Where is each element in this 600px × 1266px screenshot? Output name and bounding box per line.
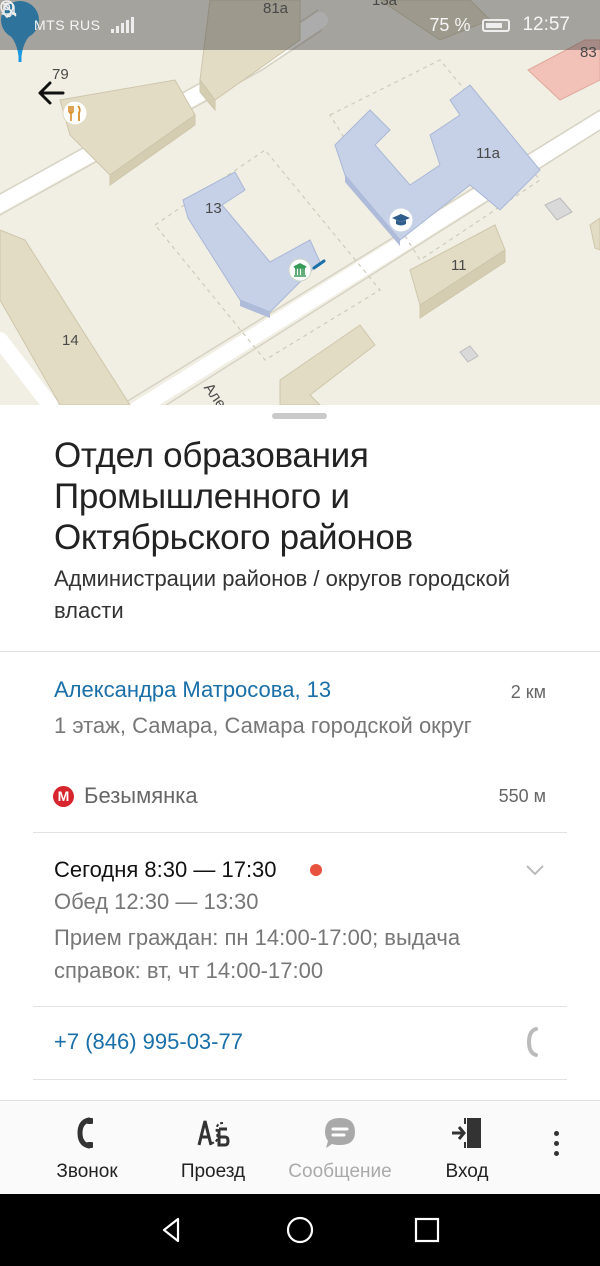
divider [0, 651, 600, 652]
chat-icon [325, 1118, 355, 1148]
government-icon[interactable] [288, 258, 312, 282]
signal-strength-icon [110, 17, 134, 33]
action-bar: Звонок Проезд Сообщение Вход [0, 1100, 600, 1194]
system-nav-bar [0, 1194, 600, 1266]
open-status-dot [310, 864, 322, 876]
building-number: 14 [62, 332, 79, 349]
metro-distance: 550 м [498, 786, 546, 806]
map-canvas [0, 0, 600, 405]
divider [33, 1079, 567, 1080]
building-number: 13 [205, 200, 222, 217]
place-category: Администрации районов / округов городско… [54, 566, 511, 623]
address-link[interactable]: Александра Матросова, 13 [54, 677, 331, 703]
address-distance: 2 км [510, 682, 546, 702]
entrance-icon [452, 1118, 481, 1148]
phone-icon[interactable] [526, 1027, 540, 1057]
nav-back-icon[interactable] [156, 1214, 188, 1246]
drag-handle[interactable] [272, 413, 327, 419]
map-view[interactable]: 81a 13a 79 13 11a 11 14 83 Але MTS RUS 7… [0, 0, 600, 405]
call-button[interactable]: Звонок [37, 1101, 137, 1195]
route-icon [197, 1120, 230, 1147]
battery-percent: 75 % [429, 14, 471, 35]
hours-today[interactable]: Сегодня 8:30 — 17:30 [54, 857, 277, 883]
phone-icon [77, 1117, 93, 1149]
education-icon[interactable] [388, 207, 414, 233]
place-card[interactable]: Отдел образования Промышленного и Октябр… [0, 405, 600, 1100]
message-button[interactable]: Сообщение [280, 1101, 400, 1195]
place-title: Отдел образования Промышленного и Октябр… [54, 436, 413, 557]
building-number: 11 [451, 257, 467, 274]
carrier-name: MTS RUS [34, 17, 101, 33]
divider [33, 832, 567, 833]
message-label: Сообщение [288, 1161, 392, 1182]
phone-link[interactable]: +7 (846) 995-03-77 [54, 1029, 243, 1055]
battery-icon [482, 18, 511, 32]
status-bar: MTS RUS 75 % 12:57 [0, 0, 600, 50]
hours-note: Прием граждан: пн 14:00-17:00; выдача сп… [54, 925, 461, 983]
more-options-icon[interactable] [548, 1131, 564, 1165]
address-detail: 1 этаж, Самара, Самара городской округ [54, 713, 472, 738]
call-label: Звонок [56, 1161, 118, 1182]
nav-home-icon[interactable] [284, 1214, 316, 1246]
clock: 12:57 [522, 14, 570, 35]
building-number: 11a [476, 145, 500, 162]
back-arrow-icon[interactable] [36, 78, 72, 114]
route-button[interactable]: Проезд [163, 1101, 263, 1195]
route-label: Проезд [180, 1161, 246, 1182]
entrance-button[interactable]: Вход [417, 1101, 517, 1195]
entrance-marker-icon [312, 259, 326, 270]
metro-station[interactable]: Безымянка [84, 783, 198, 809]
nav-recents-icon[interactable] [411, 1214, 443, 1246]
divider [33, 1006, 567, 1007]
chevron-down-icon[interactable] [525, 860, 545, 880]
hours-lunch: Обед 12:30 — 13:30 [54, 889, 259, 914]
metro-icon: М [53, 786, 74, 807]
entrance-label: Вход [445, 1161, 489, 1182]
